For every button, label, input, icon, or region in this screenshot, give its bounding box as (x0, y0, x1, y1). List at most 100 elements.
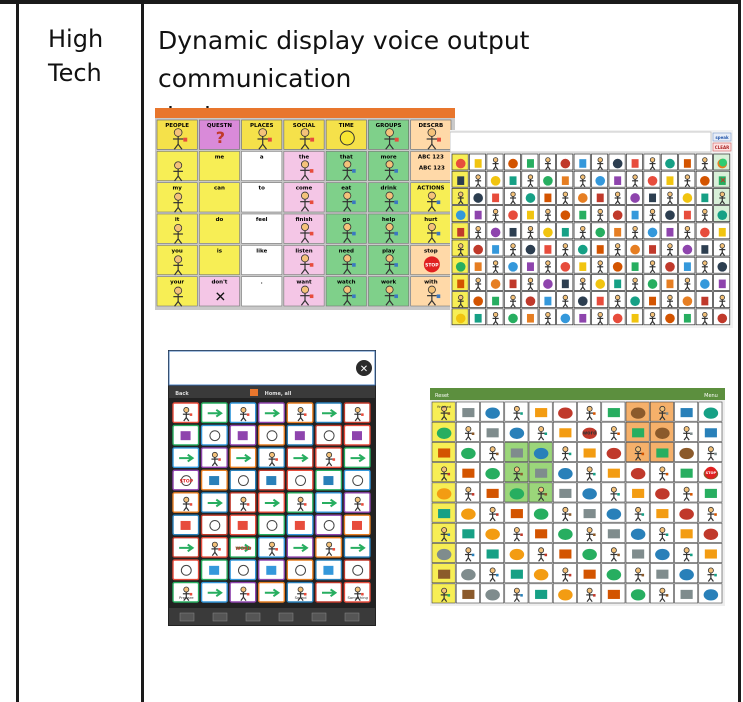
symbol-block-icon (561, 227, 569, 237)
symbol-dot-icon (647, 279, 658, 289)
question-icon: ? (216, 128, 225, 147)
check-icon (719, 158, 727, 167)
symbol-block-icon (561, 279, 569, 289)
clock-icon (339, 130, 355, 146)
picture-icon (704, 549, 717, 559)
app-symbol-icon (266, 476, 277, 486)
symbol-dot-icon (665, 261, 675, 272)
home-icon (250, 389, 258, 396)
picture-icon (559, 488, 572, 498)
vocab-label: feel (256, 217, 268, 223)
picture-icon (632, 549, 645, 559)
app-symbol-cell (315, 514, 343, 536)
symbol-dot-icon (473, 193, 483, 203)
picture-icon (558, 589, 573, 601)
picture-icon (680, 589, 693, 599)
symbol-block-icon (474, 262, 482, 271)
symbol-dot-icon (700, 175, 710, 186)
app-symbol-icon (352, 520, 362, 530)
symbol-dot-icon (717, 313, 728, 324)
symbol-dot-icon (490, 279, 501, 289)
picture-icon (461, 508, 476, 520)
picture-icon (583, 569, 596, 579)
aac-core-vocabulary-board: PEOPLE QUESTN? PLACES SOCIAL TIME GROUPS DESCR… (155, 108, 455, 310)
symbol-block-icon (596, 193, 604, 203)
symbol-dot-icon (682, 296, 693, 307)
picture-icon (655, 548, 670, 561)
symbol-dot-icon (577, 193, 588, 203)
vocab-label: a (260, 154, 264, 160)
symbol-dot-icon (665, 210, 675, 221)
vocab-label: ACTIONS (417, 186, 444, 192)
symbol-block-icon (614, 227, 622, 237)
table-right-border (738, 0, 741, 702)
symbol-block-icon (631, 262, 639, 271)
app-symbol-icon (209, 565, 220, 575)
app-symbol-cell (200, 514, 228, 536)
app-symbol-icon (237, 431, 248, 441)
toolbar-icon (311, 612, 327, 622)
symbol-block-icon (544, 245, 552, 254)
app-symbol-icon (352, 431, 362, 441)
symbol-block-icon (683, 262, 691, 271)
symbol-dot-icon (508, 261, 518, 272)
symbol-dot-icon (682, 244, 693, 255)
picture-icon (704, 488, 717, 498)
app-symbol-cell (229, 469, 257, 491)
symbol-block-icon (649, 193, 657, 203)
stop-label: STOP (180, 479, 194, 485)
vocab-label: hurt (424, 217, 438, 223)
vocab-label: with (424, 280, 438, 286)
symbol-grid-image: speak CLEAR ✕ (450, 130, 733, 328)
app-symbol-cell (172, 559, 200, 581)
picture-icon (485, 528, 500, 540)
cell-caption: Something (347, 595, 368, 600)
vocab-label: that (340, 154, 353, 160)
picture-icon (703, 407, 719, 419)
symbol-block-icon (526, 210, 534, 220)
vocab-label: come (296, 186, 313, 192)
app-symbol-cell (343, 469, 371, 491)
aac-tablet-app-board: ✕ Back Home, all STOP Prepare WORD Sound Someth… (168, 350, 376, 626)
symbol-dot-icon (595, 175, 606, 186)
picture-icon (656, 448, 669, 458)
app-symbol-cell (286, 469, 314, 491)
word-label: WORD (235, 546, 251, 552)
symbol-block-icon (631, 159, 639, 168)
picture-icon (461, 447, 476, 460)
symbol-block-icon (666, 279, 674, 289)
symbol-block-icon (649, 245, 657, 254)
app-symbol-cell (286, 559, 314, 581)
vocab-label: help (382, 217, 396, 223)
vocab-label: work (381, 280, 397, 286)
picture-icon (462, 468, 475, 478)
symbol-dot-icon (473, 244, 483, 255)
app-symbol-icon (266, 565, 277, 575)
symbol-dot-icon (612, 313, 623, 324)
vocab-label: my (172, 186, 182, 192)
header-label: DESCRB (418, 123, 443, 129)
symbol-block-icon (492, 193, 500, 203)
header-label: SOCIAL (293, 123, 316, 129)
app-symbol-icon (323, 476, 334, 486)
document-table-frame: High Tech Dynamic display voice output c… (0, 0, 743, 702)
picture-icon (438, 448, 451, 458)
picture-icon (558, 528, 573, 540)
picture-icon (461, 569, 476, 581)
symbol-block-icon (474, 159, 482, 168)
app-symbol-cell (200, 424, 228, 446)
picture-icon (462, 408, 475, 418)
symbol-block-icon (457, 176, 465, 185)
symbol-block-icon (457, 227, 465, 237)
picture-icon (436, 427, 452, 439)
picture-icon (680, 468, 693, 478)
picture-icon (582, 488, 597, 500)
picture-icon (533, 447, 549, 460)
symbol-dot-icon (560, 210, 571, 221)
symbol-dot-icon (543, 279, 553, 289)
category-line-1: High (48, 25, 104, 53)
picture-icon (436, 548, 452, 561)
symbol-block-icon (492, 245, 500, 254)
symbol-dot-icon (560, 313, 571, 324)
title-label: Home, all (265, 391, 292, 397)
